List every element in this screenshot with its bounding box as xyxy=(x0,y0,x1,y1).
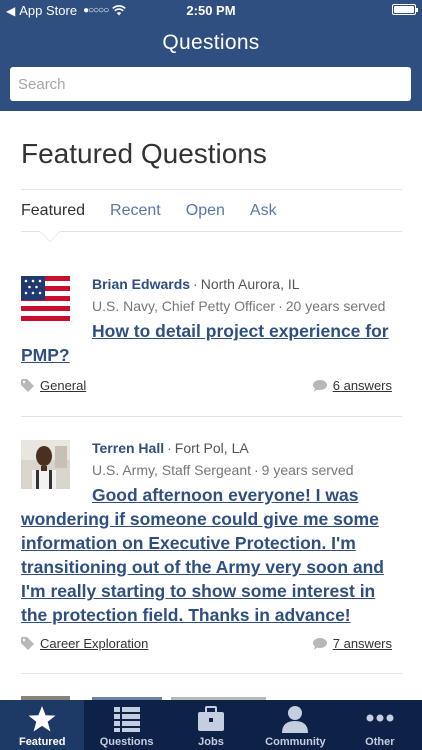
question-card: Brian Edwards · North Aurora, IL U.S. Navy… xyxy=(21,276,402,416)
tabbar-community[interactable]: Community xyxy=(253,700,337,750)
author-name[interactable]: Brian Edwards xyxy=(92,276,190,292)
tabs-divider xyxy=(21,231,402,232)
tabbar-questions[interactable]: Questions xyxy=(84,700,168,750)
service-line: U.S. Army, Staff Sergeant · 9 years served xyxy=(92,462,354,478)
divider xyxy=(21,189,402,190)
service-branch: U.S. Navy, Chief Petty Officer xyxy=(92,298,276,314)
service-line: U.S. Navy, Chief Petty Officer · 20 years … xyxy=(92,298,386,314)
answers-link[interactable]: 7 answers xyxy=(312,636,392,651)
category-tag[interactable]: Career Exploration xyxy=(21,636,148,651)
tab-recent[interactable]: Recent xyxy=(110,202,161,220)
author-line: Terren Hall · Fort Pol, LA xyxy=(92,440,249,456)
star-icon xyxy=(28,706,56,732)
tabbar-other[interactable]: Other xyxy=(338,700,422,750)
question-tabs: Featured Recent Open Ask xyxy=(21,202,302,220)
status-time: 2:50 PM xyxy=(186,3,236,18)
answers-link[interactable]: 6 answers xyxy=(312,378,392,393)
speech-bubble-icon xyxy=(312,637,327,650)
question-link[interactable]: How to detail project experience for PMP… xyxy=(21,319,402,367)
tabbar-label: Featured xyxy=(18,736,66,748)
tab-featured[interactable]: Featured xyxy=(21,202,85,220)
years-served: 20 years served xyxy=(285,298,386,314)
app-header: ◀ App Store ●○○○○ 2:50 PM Questions xyxy=(0,0,422,111)
divider xyxy=(21,416,402,417)
tabbar-label: Other xyxy=(365,736,395,748)
tabbar-jobs[interactable]: Jobs xyxy=(169,700,253,750)
category-label: Career Exploration xyxy=(40,636,149,651)
bottom-tab-bar: Featured Questions Jobs Community Other xyxy=(0,700,422,750)
tabbar-label: Jobs xyxy=(198,736,224,748)
more-icon xyxy=(366,714,394,722)
avatar[interactable] xyxy=(21,276,70,325)
question-link[interactable]: Good afternoon everyone! I was wondering… xyxy=(21,483,402,627)
answers-count: 6 answers xyxy=(332,378,392,393)
briefcase-icon xyxy=(198,706,225,731)
author-name[interactable]: Terren Hall xyxy=(92,440,164,456)
status-bar: ◀ App Store ●○○○○ 2:50 PM xyxy=(0,0,422,22)
author-location: North Aurora, IL xyxy=(200,276,300,292)
tag-icon xyxy=(21,637,34,650)
avatar[interactable] xyxy=(21,440,70,489)
author-line: Brian Edwards · North Aurora, IL xyxy=(92,276,300,292)
service-branch: U.S. Army, Staff Sergeant xyxy=(92,462,251,478)
us-flag-icon xyxy=(21,276,70,325)
page-title: Featured Questions xyxy=(21,138,267,169)
years-served: 9 years served xyxy=(261,462,354,478)
tabbar-featured[interactable]: Featured xyxy=(0,700,85,750)
tabbar-label: Questions xyxy=(99,736,154,748)
nav-title: Questions xyxy=(162,31,260,54)
speech-bubble-icon xyxy=(312,379,327,392)
tab-open[interactable]: Open xyxy=(186,202,225,220)
category-tag[interactable]: General xyxy=(21,378,86,393)
divider xyxy=(21,673,402,674)
list-icon xyxy=(113,707,140,732)
author-location: Fort Pol, LA xyxy=(174,440,249,456)
person-icon xyxy=(282,706,309,733)
tag-icon xyxy=(21,379,34,392)
tabbar-label: Community xyxy=(265,736,326,748)
category-label: General xyxy=(40,378,87,393)
search-input[interactable] xyxy=(10,67,411,101)
battery-icon xyxy=(392,4,418,15)
question-card: Terren Hall · Fort Pol, LA U.S. Army, Staf… xyxy=(21,440,402,670)
tab-ask[interactable]: Ask xyxy=(250,202,277,220)
profile-photo-icon xyxy=(21,440,70,489)
answers-count: 7 answers xyxy=(332,636,392,651)
